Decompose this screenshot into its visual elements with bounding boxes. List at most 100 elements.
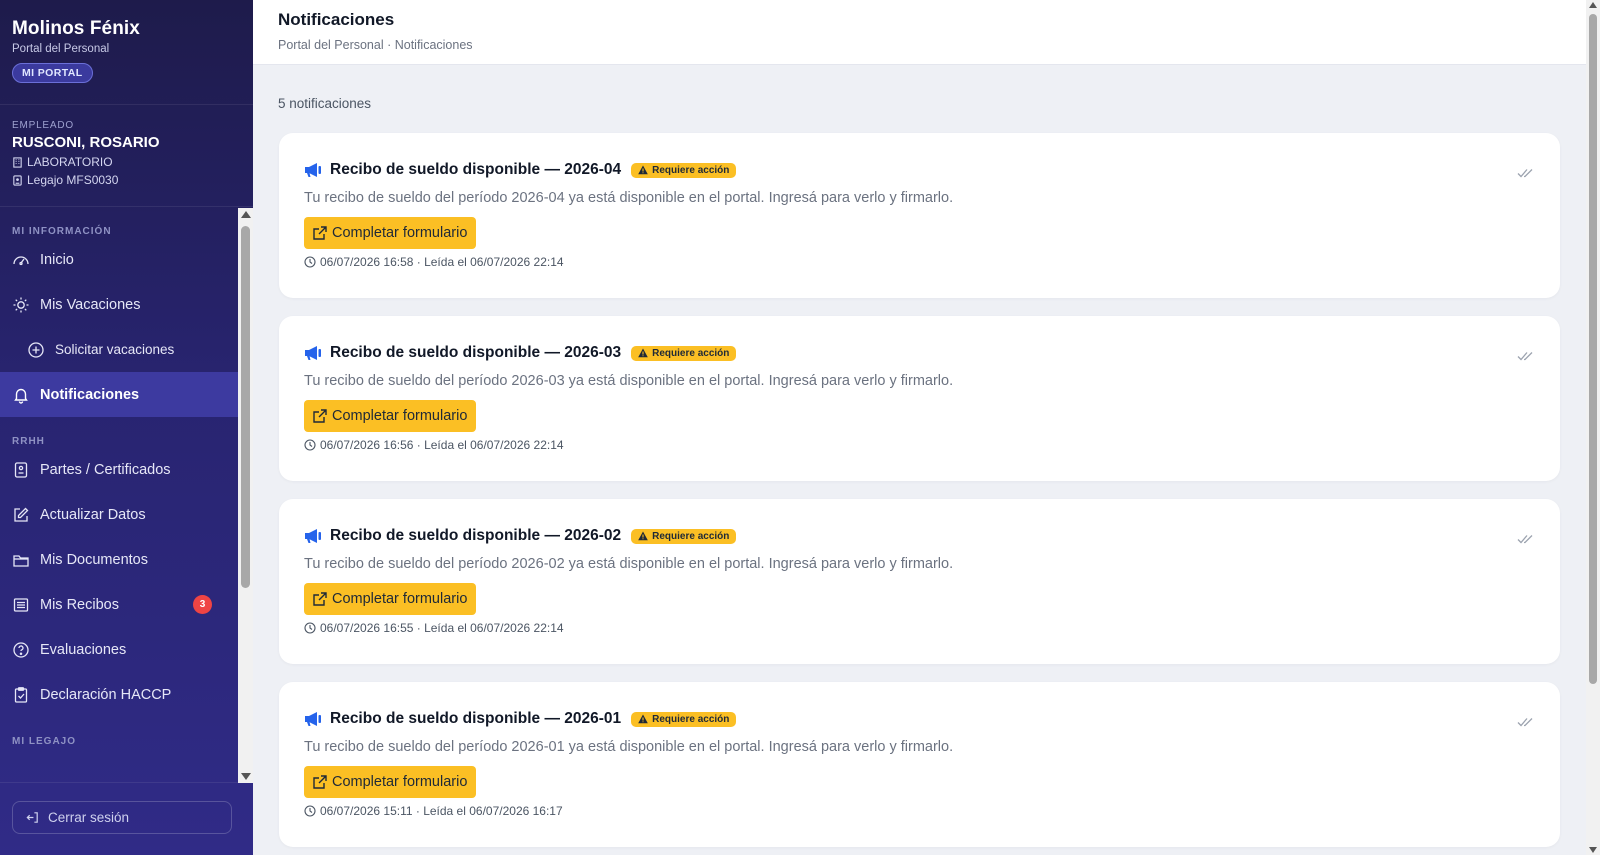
warning-icon — [638, 714, 648, 724]
main-scrollbar[interactable] — [1586, 0, 1600, 855]
requires-action-badge: Requiere acción — [631, 711, 737, 727]
notification-timestamp: 06/07/2026 16:56 · Leída el 06/07/2026 2… — [320, 438, 564, 452]
scroll-down-arrow-icon[interactable] — [241, 773, 251, 780]
complete-form-label: Completar formulario — [332, 774, 468, 790]
employee-area-row: LABORATORIO — [12, 155, 241, 169]
scrollbar-thumb[interactable] — [1589, 14, 1597, 684]
sidebar-item-label: Mis Vacaciones — [40, 296, 141, 313]
logout-button[interactable]: Cerrar sesión — [12, 801, 232, 834]
requires-action-badge: Requiere acción — [631, 345, 737, 361]
complete-form-button[interactable]: Completar formulario — [304, 400, 477, 432]
sidebar-item-inicio[interactable]: Inicio — [0, 237, 238, 282]
nav-section-rrhh: RRHH — [12, 436, 45, 447]
requires-action-label: Requiere acción — [652, 164, 730, 176]
sidebar-nav: MI INFORMACIÓN Inicio Mis Vacaciones Sol… — [0, 207, 238, 782]
megaphone-icon — [305, 529, 321, 543]
sidebar-item-label: Solicitar vacaciones — [55, 342, 175, 357]
sun-icon — [13, 297, 29, 312]
notification-title: Recibo de sueldo disponible — 2026-03 — [330, 344, 622, 361]
requires-action-badge: Requiere acción — [631, 162, 737, 178]
sidebar-item-partes[interactable]: Partes / Certificados — [0, 447, 238, 492]
requires-action-label: Requiere acción — [652, 713, 730, 725]
warning-icon — [638, 348, 648, 358]
notification-card: Recibo de sueldo disponible — 2026-02 Re… — [279, 499, 1560, 664]
bell-icon — [14, 388, 28, 404]
notification-card: Recibo de sueldo disponible — 2026-01 Re… — [279, 682, 1560, 847]
folder-icon — [13, 554, 29, 567]
double-check-icon — [1517, 169, 1533, 178]
warning-icon — [638, 531, 648, 541]
employee-label: EMPLEADO — [12, 120, 74, 131]
sidebar-item-label: Mis Documentos — [40, 551, 148, 568]
notification-title: Recibo de sueldo disponible — 2026-04 — [330, 161, 622, 178]
notification-count: 5 notificaciones — [278, 96, 372, 111]
sidebar-item-documentos[interactable]: Mis Documentos — [0, 537, 238, 582]
sidebar-item-notificaciones[interactable]: Notificaciones — [0, 372, 238, 417]
notification-header: Recibo de sueldo disponible — 2026-01 Re… — [304, 710, 737, 728]
notification-body: Tu recibo de sueldo del período 2026-04 … — [304, 190, 954, 206]
complete-form-label: Completar formulario — [332, 591, 468, 607]
notification-header: Recibo de sueldo disponible — 2026-04 Re… — [304, 161, 737, 179]
sidebar-item-recibos[interactable]: Mis Recibos 3 — [0, 582, 238, 627]
employee-area: LABORATORIO — [27, 155, 113, 169]
scroll-up-arrow-icon[interactable] — [1589, 2, 1597, 8]
employee-legajo: Legajo MFS0030 — [27, 173, 119, 187]
scroll-down-arrow-icon[interactable] — [1589, 847, 1597, 853]
complete-form-label: Completar formulario — [332, 408, 468, 424]
scrollbar-thumb[interactable] — [241, 226, 250, 588]
clock-icon — [304, 256, 316, 268]
brand-title: Molinos Fénix — [12, 18, 140, 39]
sidebar-item-label: Declaración HACCP — [40, 686, 172, 703]
sidebar-scrollbar[interactable] — [238, 208, 253, 783]
notification-meta: 06/07/2026 16:56 · Leída el 06/07/2026 2… — [304, 438, 564, 452]
complete-form-button[interactable]: Completar formulario — [304, 766, 477, 798]
nav-section-legajo: MI LEGAJO — [12, 736, 77, 747]
recibos-count-badge: 3 — [193, 595, 212, 614]
sidebar-item-solicitar-vacaciones[interactable]: Solicitar vacaciones — [0, 327, 238, 372]
sidebar-item-actualizar[interactable]: Actualizar Datos — [0, 492, 238, 537]
external-link-icon — [313, 775, 327, 789]
external-link-icon — [313, 592, 327, 606]
logout-area: Cerrar sesión — [0, 782, 253, 855]
sidebar-item-label: Mis Recibos — [40, 596, 119, 613]
brand-block: Molinos Fénix Portal del Personal MI POR… — [0, 0, 253, 105]
warning-icon — [638, 165, 648, 175]
sidebar: Molinos Fénix Portal del Personal MI POR… — [0, 0, 253, 855]
id-badge-icon — [13, 174, 22, 186]
notification-timestamp: 06/07/2026 15:11 · Leída el 06/07/2026 1… — [320, 804, 563, 818]
requires-action-badge: Requiere acción — [631, 528, 737, 544]
notification-timestamp: 06/07/2026 16:55 · Leída el 06/07/2026 2… — [320, 621, 564, 635]
clipboard-check-icon — [14, 686, 28, 703]
employee-legajo-row: Legajo MFS0030 — [12, 173, 241, 187]
notification-meta: 06/07/2026 16:55 · Leída el 06/07/2026 2… — [304, 621, 564, 635]
edit-pencil-icon — [14, 507, 29, 522]
sidebar-item-label: Partes / Certificados — [40, 461, 171, 478]
employee-name: RUSCONI, ROSARIO — [12, 134, 160, 151]
page-header: Notificaciones Portal del Personal · Not… — [253, 0, 1586, 65]
sidebar-item-evaluaciones[interactable]: Evaluaciones — [0, 627, 238, 672]
nav-section-info: MI INFORMACIÓN — [12, 226, 112, 237]
logout-icon — [26, 812, 38, 823]
clock-icon — [304, 805, 316, 817]
double-check-icon — [1517, 718, 1533, 727]
complete-form-label: Completar formulario — [332, 225, 468, 241]
notification-body: Tu recibo de sueldo del período 2026-02 … — [304, 556, 954, 572]
plus-circle-icon — [28, 341, 44, 358]
requires-action-label: Requiere acción — [652, 347, 730, 359]
sidebar-item-label: Actualizar Datos — [40, 506, 146, 523]
sidebar-item-vacaciones[interactable]: Mis Vacaciones — [0, 282, 238, 327]
notification-header: Recibo de sueldo disponible — 2026-03 Re… — [304, 344, 737, 362]
notification-header: Recibo de sueldo disponible — 2026-02 Re… — [304, 527, 737, 545]
notification-title: Recibo de sueldo disponible — 2026-02 — [330, 527, 622, 544]
notification-title: Recibo de sueldo disponible — 2026-01 — [330, 710, 622, 727]
notification-body: Tu recibo de sueldo del período 2026-03 … — [304, 373, 954, 389]
scroll-up-arrow-icon[interactable] — [241, 211, 251, 218]
notification-meta: 06/07/2026 16:58 · Leída el 06/07/2026 2… — [304, 255, 564, 269]
page-title: Notificaciones — [278, 10, 395, 29]
sidebar-item-haccp[interactable]: Declaración HACCP — [0, 672, 238, 717]
complete-form-button[interactable]: Completar formulario — [304, 217, 477, 249]
notification-card: Recibo de sueldo disponible — 2026-03 Re… — [279, 316, 1560, 481]
complete-form-button[interactable]: Completar formulario — [304, 583, 477, 615]
notification-timestamp: 06/07/2026 16:58 · Leída el 06/07/2026 2… — [320, 255, 564, 269]
clock-icon — [304, 439, 316, 451]
